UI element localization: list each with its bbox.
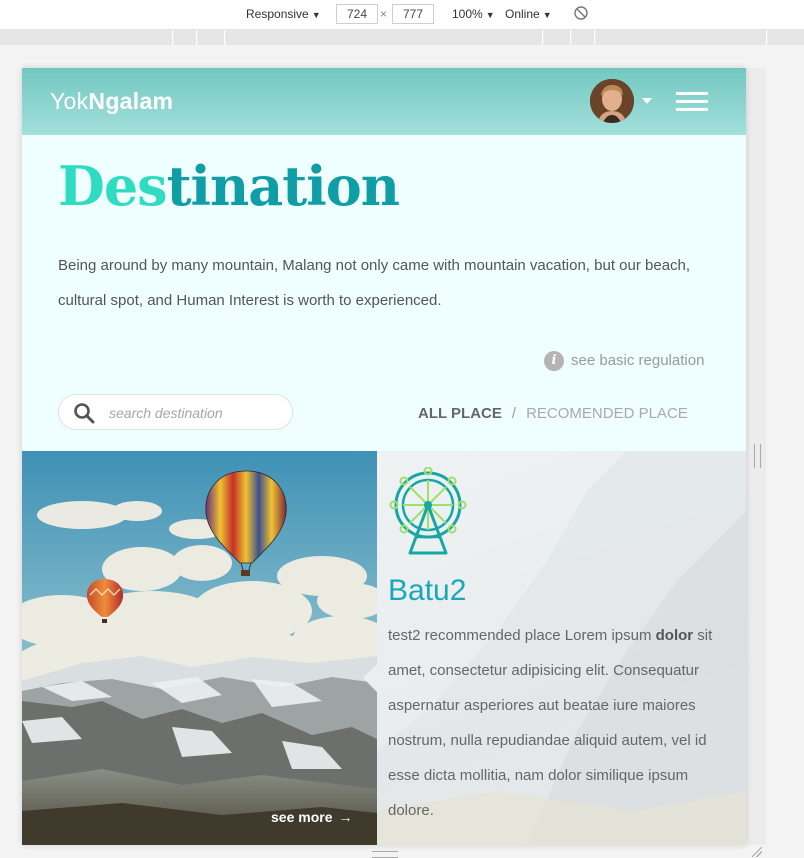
filter-all-place[interactable]: ALL PLACE bbox=[418, 405, 502, 422]
media-query-segment[interactable] bbox=[174, 30, 197, 45]
arrow-right-icon: → bbox=[338, 809, 353, 825]
filter-separator: / bbox=[511, 405, 517, 422]
balloon-landscape-photo bbox=[22, 451, 377, 845]
logo-bold: Ngalam bbox=[88, 88, 174, 114]
avatar-dropdown-caret-icon[interactable] bbox=[642, 98, 652, 104]
network-select-label: Online bbox=[505, 7, 540, 21]
chevron-down-icon: ▼ bbox=[542, 10, 552, 20]
devtools-toolbar: Responsive ▼ 724 × 777 100% ▼ Online ▼ bbox=[0, 0, 804, 30]
dimension-separator: × bbox=[380, 7, 388, 21]
intro-section: Destination Being around by many mountai… bbox=[22, 135, 746, 451]
see-more-label: see more bbox=[271, 809, 333, 825]
media-query-bar bbox=[0, 30, 804, 45]
regulation-link[interactable]: i see basic regulation bbox=[544, 351, 704, 371]
rotate-icon[interactable] bbox=[574, 6, 588, 23]
search-box bbox=[58, 394, 293, 430]
zoom-select[interactable]: 100% ▼ bbox=[452, 7, 495, 21]
see-more-link[interactable]: see more → bbox=[271, 809, 352, 825]
resize-handle-right[interactable] bbox=[754, 444, 761, 468]
destination-image[interactable]: see more → bbox=[22, 451, 377, 845]
info-icon: i bbox=[544, 351, 564, 371]
page-title: Destination bbox=[58, 159, 400, 213]
site-logo[interactable]: YokNgalam bbox=[50, 88, 173, 115]
chevron-down-icon: ▼ bbox=[311, 10, 321, 20]
width-input[interactable]: 724 bbox=[336, 4, 378, 24]
media-query-segment[interactable] bbox=[226, 30, 543, 45]
user-avatar[interactable] bbox=[590, 79, 634, 123]
avatar-photo bbox=[590, 79, 634, 123]
device-select-label: Responsive bbox=[246, 7, 309, 21]
card-pointer bbox=[363, 664, 377, 692]
regulation-link-label: see basic regulation bbox=[571, 351, 705, 369]
description-text: test2 recommended place Lorem ipsum bbox=[388, 627, 656, 644]
height-input[interactable]: 777 bbox=[392, 4, 434, 24]
place-filter: ALL PLACE / RECOMENDED PLACE bbox=[418, 405, 688, 422]
media-query-segment[interactable] bbox=[768, 30, 804, 45]
description-bold: dolor bbox=[655, 627, 694, 644]
search-icon[interactable] bbox=[73, 402, 95, 424]
media-query-segment[interactable] bbox=[596, 30, 767, 45]
media-query-segment[interactable] bbox=[572, 30, 595, 45]
destination-description: test2 recommended place Lorem ipsum dolo… bbox=[388, 618, 733, 828]
ferris-wheel-icon bbox=[389, 467, 467, 555]
device-select[interactable]: Responsive ▼ bbox=[246, 7, 321, 21]
device-viewport: YokNgalam Destination Being around by ma… bbox=[22, 68, 746, 845]
media-query-segment[interactable] bbox=[544, 30, 571, 45]
network-select[interactable]: Online ▼ bbox=[505, 7, 552, 21]
page-description: Being around by many mountain, Malang no… bbox=[58, 257, 691, 309]
media-query-segment[interactable] bbox=[198, 30, 225, 45]
resize-corner[interactable] bbox=[752, 847, 762, 857]
zoom-select-label: 100% bbox=[452, 7, 483, 21]
search-input[interactable] bbox=[107, 401, 286, 425]
hamburger-menu-icon[interactable] bbox=[676, 92, 708, 112]
page-title-rest: tination bbox=[166, 154, 400, 218]
destination-card: see more → Batu2 test2 recommended place… bbox=[22, 451, 746, 845]
filter-recommended-place[interactable]: RECOMENDED PLACE bbox=[526, 405, 688, 422]
page-title-highlight: Des bbox=[58, 154, 168, 218]
resize-handle-bottom[interactable] bbox=[372, 851, 398, 858]
description-text: sit amet, consectetur adipisicing elit. … bbox=[388, 627, 713, 819]
chevron-down-icon: ▼ bbox=[485, 10, 495, 20]
site-header: YokNgalam bbox=[22, 68, 746, 135]
media-query-segment[interactable] bbox=[0, 30, 173, 45]
destination-details: Batu2 test2 recommended place Lorem ipsu… bbox=[377, 451, 746, 845]
destination-title[interactable]: Batu2 bbox=[388, 574, 466, 608]
logo-light: Yok bbox=[50, 88, 89, 114]
